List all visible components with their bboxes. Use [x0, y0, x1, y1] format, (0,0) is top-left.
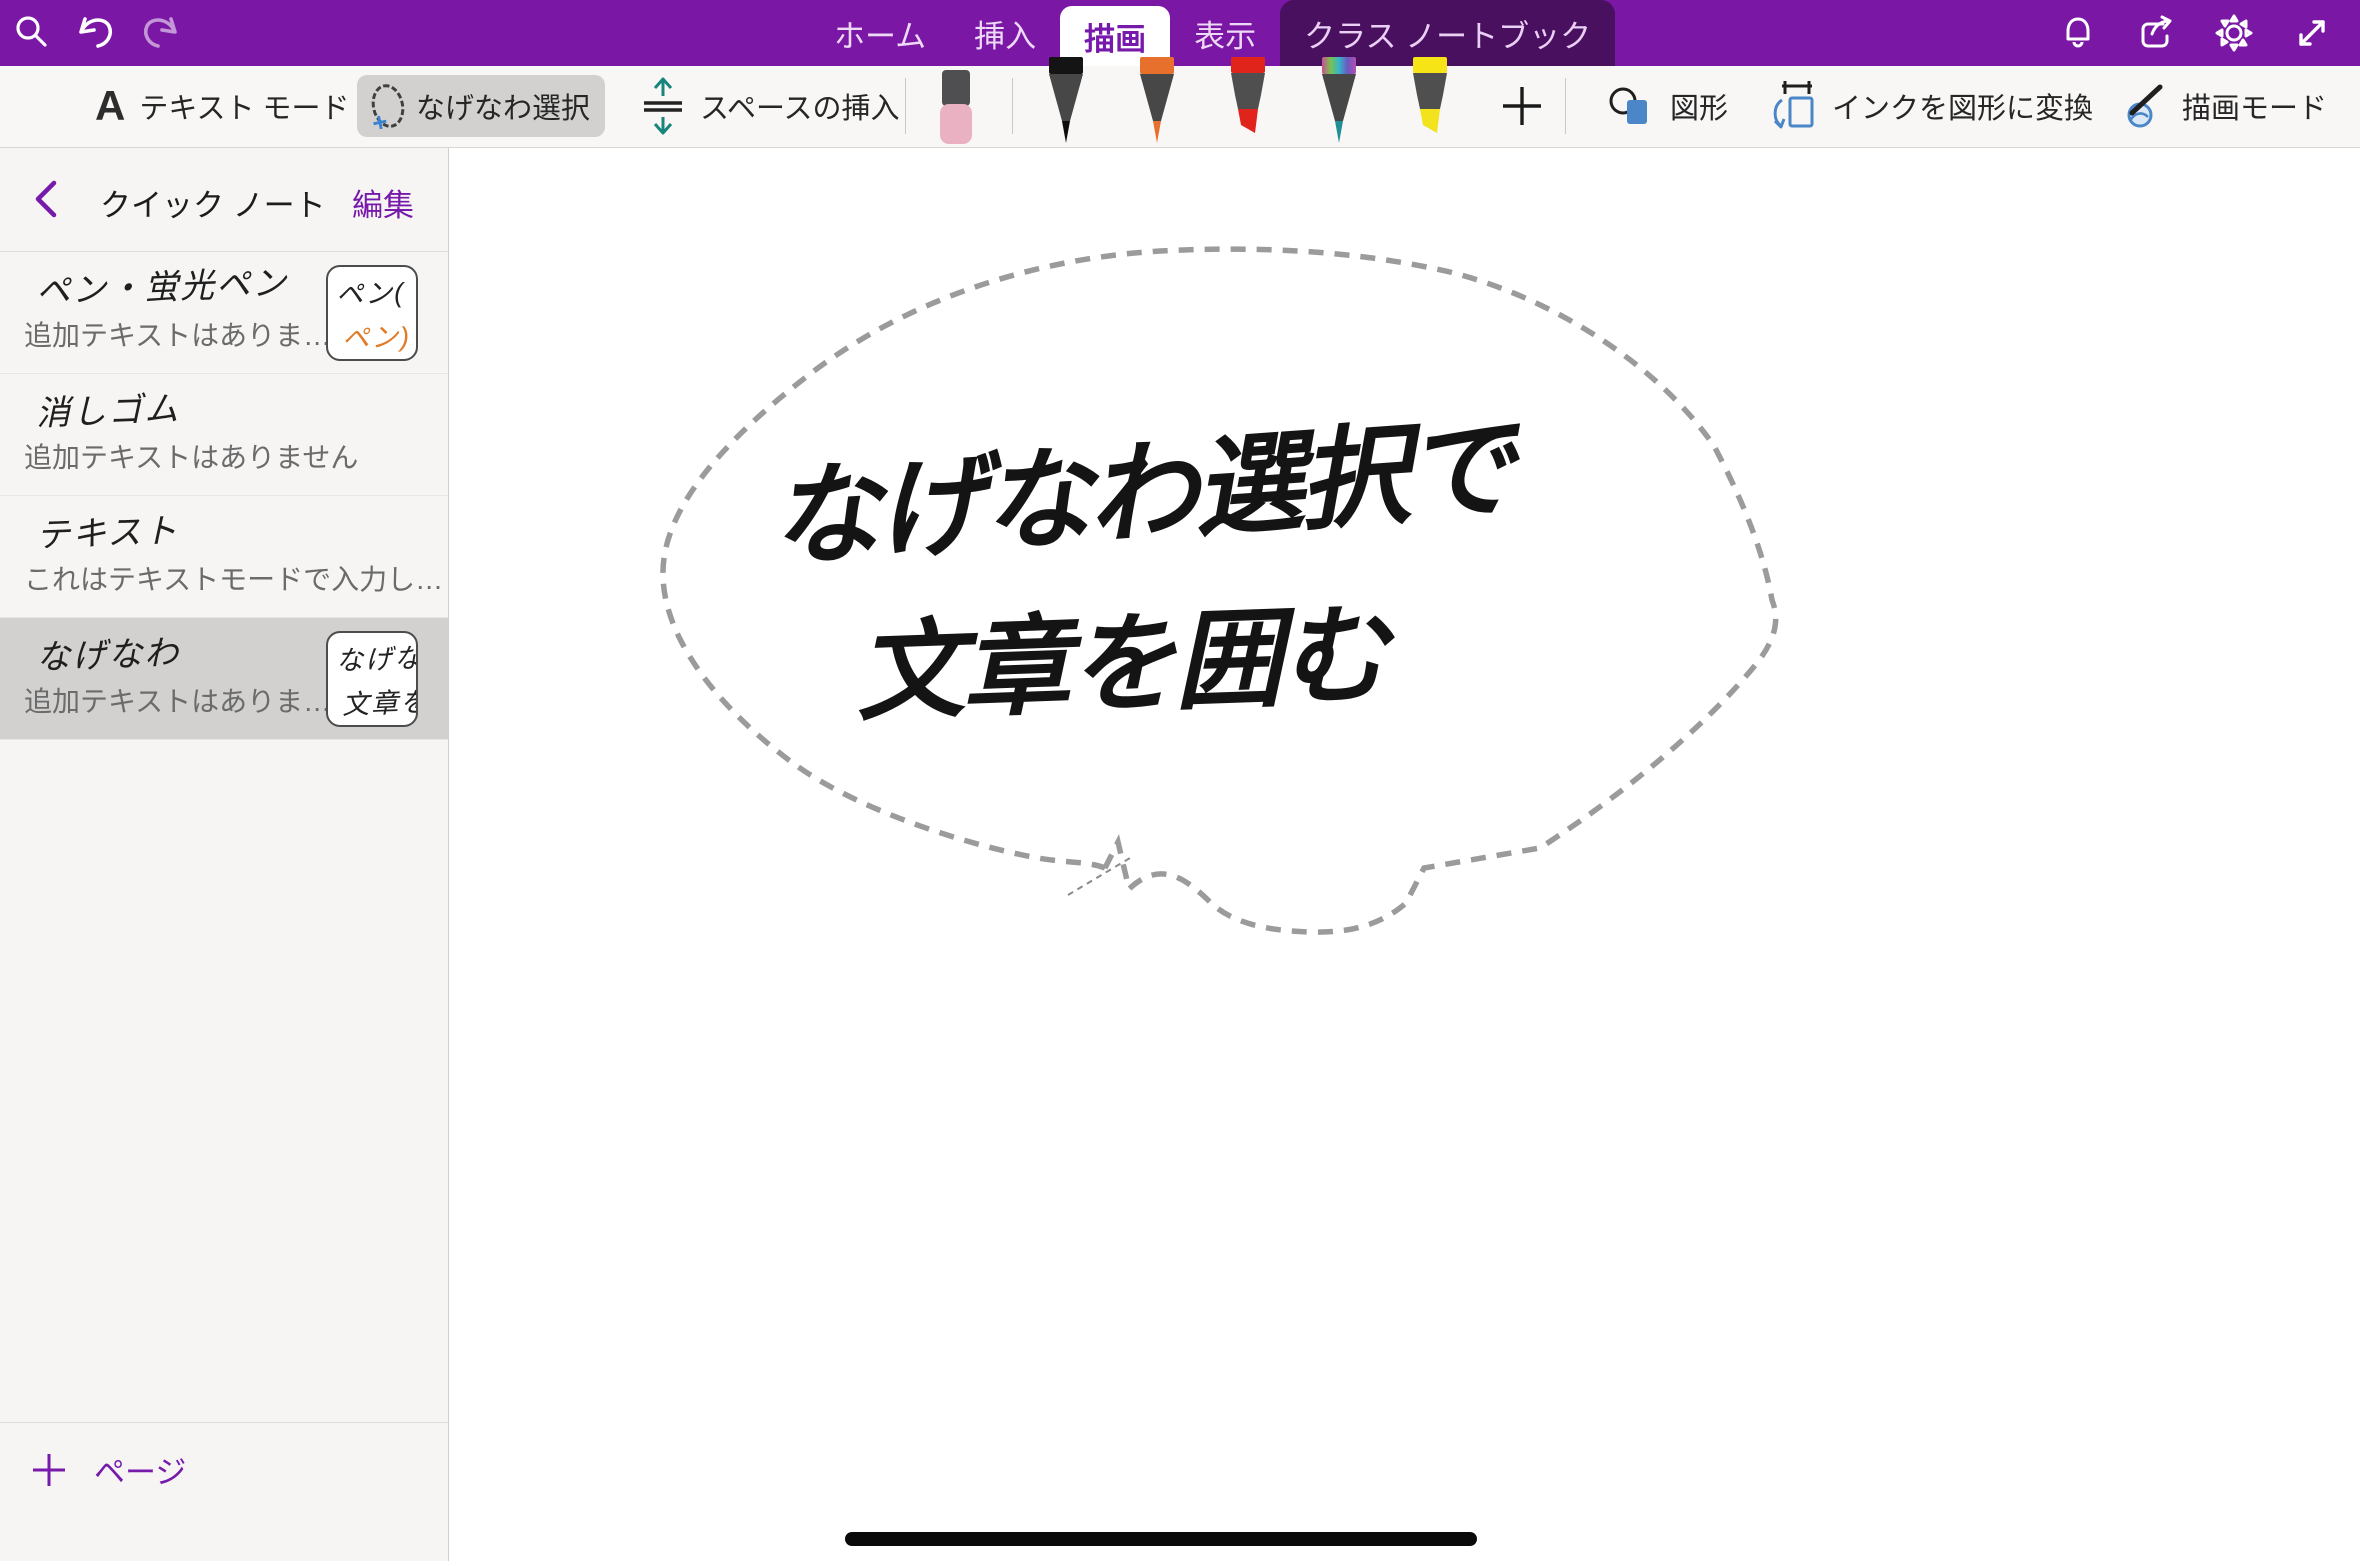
draw-mode-icon	[2118, 81, 2168, 131]
redo-icon[interactable]	[128, 0, 192, 66]
page-list-item-pen[interactable]: ペン・蛍光ペン 追加テキストはありま… ペン( ペン)	[0, 252, 448, 374]
ribbon-divider	[1565, 78, 1566, 134]
fullscreen-icon[interactable]	[2280, 0, 2344, 66]
sidebar-footer: ページ	[0, 1422, 448, 1561]
onenote-window: ホーム 挿入 描画 表示 クラス ノートブック A テキスト モード	[0, 0, 2360, 1561]
lasso-select-button[interactable]: + なげなわ選択	[357, 75, 605, 137]
notebook-title: クイック ノート	[100, 180, 326, 225]
tab-home[interactable]: ホーム	[810, 0, 950, 66]
black-pen[interactable]	[1038, 57, 1094, 149]
lasso-icon: +	[368, 81, 408, 131]
orange-pen[interactable]	[1129, 57, 1185, 149]
home-indicator[interactable]	[845, 1532, 1477, 1546]
ink-layer: なげなわ選択で 文章を囲む	[449, 148, 2360, 1561]
add-page-button[interactable]: ページ	[30, 1447, 186, 1492]
red-highlighter[interactable]	[1220, 57, 1276, 149]
add-pen-button[interactable]	[1494, 80, 1550, 132]
insert-space-icon	[640, 76, 686, 136]
insert-space-label: スペースの挿入	[700, 85, 900, 127]
red-highlighter-icon	[1226, 57, 1270, 149]
lasso-selection-path	[663, 249, 1776, 932]
yellow-highlighter[interactable]	[1402, 57, 1458, 149]
ink-handwriting-line1: なげなわ選択で	[766, 406, 1528, 581]
lasso-select-label: なげなわ選択	[416, 85, 590, 127]
text-mode-label: テキスト モード	[139, 85, 349, 127]
eraser-tool[interactable]	[928, 68, 984, 160]
back-chevron-icon[interactable]	[30, 178, 60, 225]
ink-to-shape-label: インクを図形に変換	[1832, 85, 2093, 127]
ink-to-shape-button[interactable]: インクを図形に変換	[1768, 66, 2093, 146]
ink-to-shape-icon	[1768, 80, 1818, 132]
page-thumbnail: ペン( ペン)	[326, 265, 418, 361]
notifications-icon[interactable]	[2046, 0, 2110, 66]
eraser-icon	[932, 68, 980, 148]
plus-icon	[30, 1451, 68, 1489]
edit-button[interactable]: 編集	[352, 180, 414, 225]
share-icon[interactable]	[2124, 0, 2188, 66]
sidebar-header: クイック ノート 編集	[0, 148, 448, 252]
add-page-label: ページ	[94, 1447, 186, 1492]
undo-icon[interactable]	[64, 0, 128, 66]
draw-mode-button[interactable]: 描画モード	[2118, 66, 2327, 146]
text-mode-button[interactable]: A テキスト モード	[95, 66, 350, 146]
ribbon-tabs: ホーム 挿入 描画 表示 クラス ノートブック	[810, 0, 1615, 66]
page-thumbnail: なげな 文章を	[326, 631, 418, 727]
page-list-item-text[interactable]: テキスト これはテキストモードで入力し…	[0, 496, 448, 618]
search-icon[interactable]	[0, 0, 64, 66]
orange-pen-icon	[1135, 57, 1179, 149]
shapes-button[interactable]: 図形	[1608, 66, 1728, 146]
settings-icon[interactable]	[2202, 0, 2266, 66]
shapes-icon	[1608, 84, 1656, 128]
titlebar-left-icons	[0, 0, 192, 66]
note-canvas[interactable]: なげなわ選択で 文章を囲む	[449, 148, 2360, 1561]
shapes-label: 図形	[1670, 85, 1728, 127]
page-list-sidebar: クイック ノート 編集 ペン・蛍光ペン 追加テキストはありま… ペン( ペン) …	[0, 148, 449, 1561]
page-list-item-eraser[interactable]: 消しゴム 追加テキストはありません	[0, 374, 448, 496]
ink-handwriting-line2: 文章を囲む	[854, 594, 1398, 734]
draw-mode-label: 描画モード	[2182, 85, 2327, 127]
draw-ribbon: A テキスト モード + なげなわ選択 スペースの挿入	[0, 66, 2360, 148]
rainbow-pen-icon	[1317, 57, 1361, 149]
rainbow-pen[interactable]	[1311, 57, 1367, 149]
yellow-highlighter-icon	[1408, 57, 1452, 149]
ribbon-divider	[1012, 78, 1013, 134]
page-list-item-lasso[interactable]: なげなわ 追加テキストはありま… なげな 文章を	[0, 618, 448, 740]
plus-icon	[1499, 83, 1545, 129]
text-mode-icon: A	[95, 82, 125, 130]
black-pen-icon	[1044, 57, 1088, 149]
titlebar-right-icons	[2046, 0, 2344, 66]
insert-space-button[interactable]: スペースの挿入	[640, 66, 900, 146]
ribbon-divider	[905, 78, 906, 134]
